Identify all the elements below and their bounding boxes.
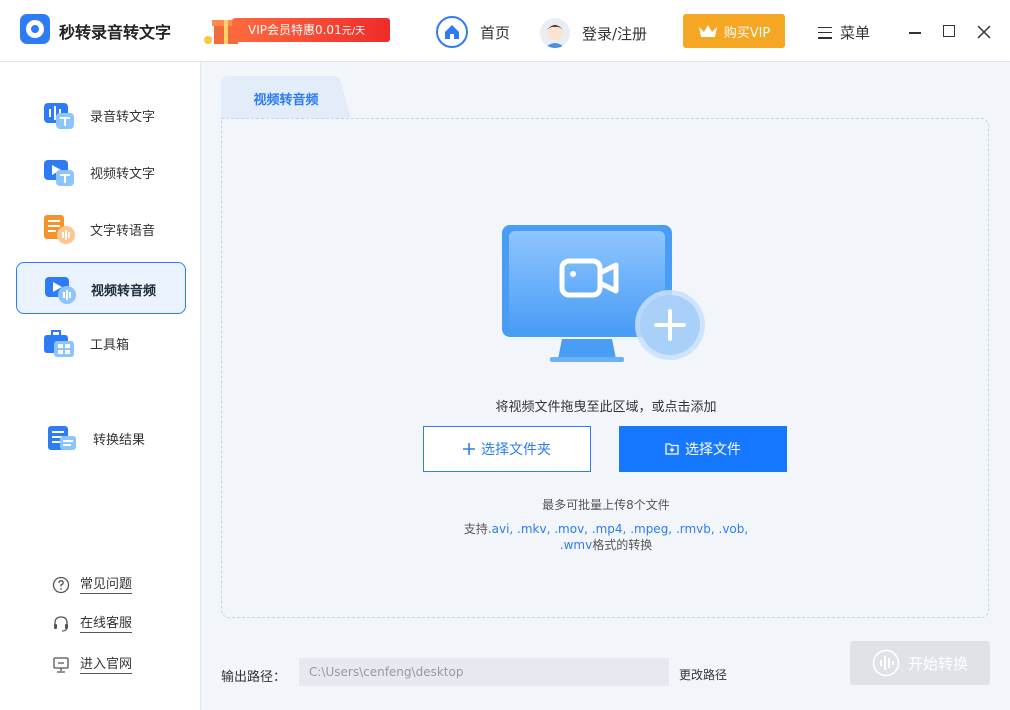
close-icon (977, 25, 991, 39)
main-panel: 视频转音频 将视频文件拖曳至此区域，或点击添加 选择文件夹 选择文件 最多可批量… (201, 62, 1010, 710)
sidebar-item-video-to-audio[interactable]: 视频转音频 (16, 262, 186, 314)
buy-vip-button[interactable]: 购买VIP (683, 14, 785, 48)
buy-vip-label: 购买VIP (723, 25, 771, 41)
drop-zone[interactable]: 将视频文件拖曳至此区域，或点击添加 选择文件夹 选择文件 最多可批量上传8个文件… (221, 118, 989, 618)
title-bar: 秒转录音转文字 VIP会员特惠0.01元/天 首页 登录/注册 购买VIP 菜单 (0, 0, 1010, 62)
text-to-speech-icon (44, 215, 75, 244)
avatar-icon (540, 18, 570, 48)
supported-formats: 支持.avi, .mkv, .mov, .mp4, .mpeg, .rmvb, … (463, 522, 749, 552)
sidebar-item-label: 工具箱 (90, 338, 130, 353)
menu-button[interactable]: 菜单 (818, 22, 870, 43)
help-website[interactable]: 进入官网 (52, 655, 133, 675)
sidebar: 录音转文字 视频转文字 文字转语音 视频转音频 工具箱 转换结果 常见问题 在线… (0, 62, 201, 710)
help-faq-label: 常见问题 (80, 576, 133, 594)
home-label: 首页 (480, 23, 511, 42)
help-support-label: 在线客服 (80, 615, 133, 633)
app-title: 秒转录音转文字 (59, 23, 172, 42)
help-website-label: 进入官网 (80, 656, 133, 674)
sidebar-item-label: 转换结果 (93, 433, 146, 448)
select-file-label: 选择文件 (685, 442, 741, 458)
crown-icon (698, 25, 717, 37)
select-folder-label: 选择文件夹 (481, 442, 551, 458)
plus-icon (463, 443, 475, 455)
headset-icon (54, 616, 68, 632)
hamburger-icon (818, 26, 832, 39)
vip-promo-banner[interactable]: VIP会员特惠0.01元/天 (196, 12, 394, 46)
promo-label: VIP会员特惠0.01元/天 (232, 18, 390, 42)
login-label: 登录/注册 (582, 24, 648, 43)
drop-hint: 将视频文件拖曳至此区域，或点击添加 (495, 400, 717, 415)
add-video-icon (502, 225, 705, 362)
select-folder-button[interactable]: 选择文件夹 (423, 426, 591, 472)
help-faq[interactable]: 常见问题 (52, 575, 133, 595)
video-to-audio-icon (45, 277, 76, 304)
waveform-icon (872, 649, 900, 677)
nav-home[interactable]: 首页 (436, 16, 510, 48)
sidebar-item-label: 视频转文字 (90, 167, 156, 182)
sidebar-item-results[interactable]: 转换结果 (16, 412, 186, 464)
monitor-icon (53, 657, 69, 673)
app-logo-icon (20, 14, 50, 44)
sidebar-item-label: 文字转语音 (90, 224, 156, 239)
tab-video-to-audio[interactable]: 视频转音频 (221, 76, 351, 118)
batch-note: 最多可批量上传8个文件 (542, 498, 670, 512)
sidebar-item-text-to-speech[interactable]: 文字转语音 (16, 203, 186, 255)
maximize-button[interactable] (942, 24, 956, 38)
minimize-button[interactable] (908, 24, 922, 38)
start-convert-label: 开始转换 (907, 654, 968, 673)
tab-label: 视频转音频 (253, 93, 319, 108)
sidebar-item-audio-to-text[interactable]: 录音转文字 (16, 89, 186, 141)
home-icon (436, 16, 468, 48)
sidebar-item-video-to-text[interactable]: 视频转文字 (16, 146, 186, 198)
start-convert-button[interactable]: 开始转换 (850, 641, 990, 685)
menu-label: 菜单 (840, 24, 871, 42)
sidebar-item-label: 录音转文字 (90, 110, 156, 125)
change-path-link[interactable]: 更改路径 (679, 666, 727, 683)
question-icon (52, 576, 70, 594)
sidebar-item-toolbox[interactable]: 工具箱 (16, 317, 186, 369)
add-file-icon (665, 443, 679, 455)
sidebar-item-label: 视频转音频 (91, 284, 157, 299)
nav-login[interactable]: 登录/注册 (540, 17, 647, 49)
help-support[interactable]: 在线客服 (52, 614, 133, 634)
output-path-label: 输出路径： (221, 670, 287, 685)
toolbox-icon (44, 330, 74, 357)
close-button[interactable] (977, 24, 991, 39)
results-icon (48, 426, 76, 450)
video-to-text-icon (44, 160, 74, 186)
select-file-button[interactable]: 选择文件 (619, 426, 787, 472)
audio-to-text-icon (44, 103, 74, 129)
output-path-input[interactable] (299, 658, 669, 686)
